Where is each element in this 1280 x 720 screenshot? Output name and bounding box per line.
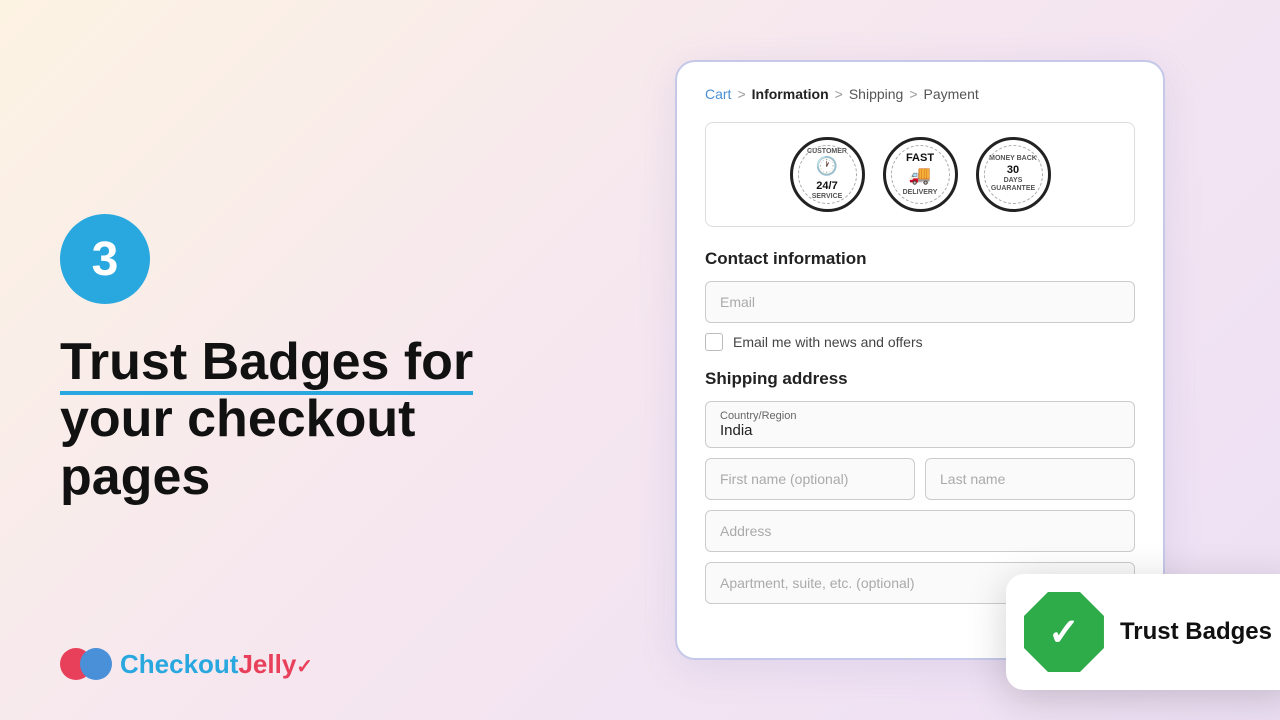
first-name-field[interactable]: First name (optional) bbox=[705, 458, 915, 500]
logo-icon bbox=[60, 648, 112, 680]
green-badge-icon: ✓ bbox=[1024, 592, 1104, 672]
left-panel: 3 Trust Badges for your checkout pages C… bbox=[0, 0, 560, 720]
address-field[interactable]: Address bbox=[705, 510, 1135, 552]
step-circle: 3 bbox=[60, 214, 150, 304]
logo-mark: ✓ bbox=[296, 656, 313, 678]
breadcrumb-payment[interactable]: Payment bbox=[924, 86, 979, 102]
badge-money-back: MONEY BACK 30 DAYS GUARANTEE bbox=[976, 137, 1051, 212]
breadcrumb-shipping[interactable]: Shipping bbox=[849, 86, 904, 102]
title-line2: your checkout bbox=[60, 390, 415, 448]
logo-text: CheckoutJelly✓ bbox=[120, 649, 313, 680]
logo-jelly: Jelly bbox=[238, 649, 296, 679]
country-field[interactable]: Country/Region India bbox=[705, 401, 1135, 448]
badge-customer-service: CUSTOMER 🕐 24/7 SERVICE bbox=[790, 137, 865, 212]
step-number: 3 bbox=[92, 232, 119, 287]
breadcrumb-sep1: > bbox=[737, 86, 745, 102]
trust-badge-floating-card: ✓ Trust Badges bbox=[1006, 574, 1280, 690]
logo-container: CheckoutJelly✓ bbox=[60, 648, 313, 680]
trust-badges-box: CUSTOMER 🕐 24/7 SERVICE FAST 🚚 DELIVERY … bbox=[705, 122, 1135, 227]
newsletter-label: Email me with news and offers bbox=[733, 334, 923, 350]
checkout-card: Cart > Information > Shipping > Payment … bbox=[675, 60, 1165, 660]
breadcrumb-sep2: > bbox=[835, 86, 843, 102]
trust-badge-label: Trust Badges bbox=[1120, 618, 1272, 646]
logo-checkout: Checkout bbox=[120, 649, 238, 679]
title-line1: Trust Badges for bbox=[60, 333, 473, 395]
checkmark-icon: ✓ bbox=[1048, 610, 1080, 655]
breadcrumb-information[interactable]: Information bbox=[752, 86, 829, 102]
pill-right bbox=[80, 648, 112, 680]
breadcrumb-sep3: > bbox=[909, 86, 917, 102]
name-fields-row: First name (optional) Last name bbox=[705, 458, 1135, 500]
last-name-field[interactable]: Last name bbox=[925, 458, 1135, 500]
right-panel: Cart > Information > Shipping > Payment … bbox=[560, 0, 1280, 720]
shipping-section-title: Shipping address bbox=[705, 369, 1135, 389]
logo-area: CheckoutJelly✓ bbox=[60, 648, 313, 680]
contact-section-title: Contact information bbox=[705, 249, 1135, 269]
newsletter-checkbox-row: Email me with news and offers bbox=[705, 333, 1135, 351]
newsletter-checkbox[interactable] bbox=[705, 333, 723, 351]
badge-fast-delivery: FAST 🚚 DELIVERY bbox=[883, 137, 958, 212]
email-field[interactable]: Email bbox=[705, 281, 1135, 323]
title-line3: pages bbox=[60, 448, 210, 506]
checkout-inner: Cart > Information > Shipping > Payment … bbox=[677, 62, 1163, 638]
main-title: Trust Badges for your checkout pages bbox=[60, 334, 500, 506]
breadcrumb-cart[interactable]: Cart bbox=[705, 86, 731, 102]
breadcrumb: Cart > Information > Shipping > Payment bbox=[705, 86, 1135, 102]
